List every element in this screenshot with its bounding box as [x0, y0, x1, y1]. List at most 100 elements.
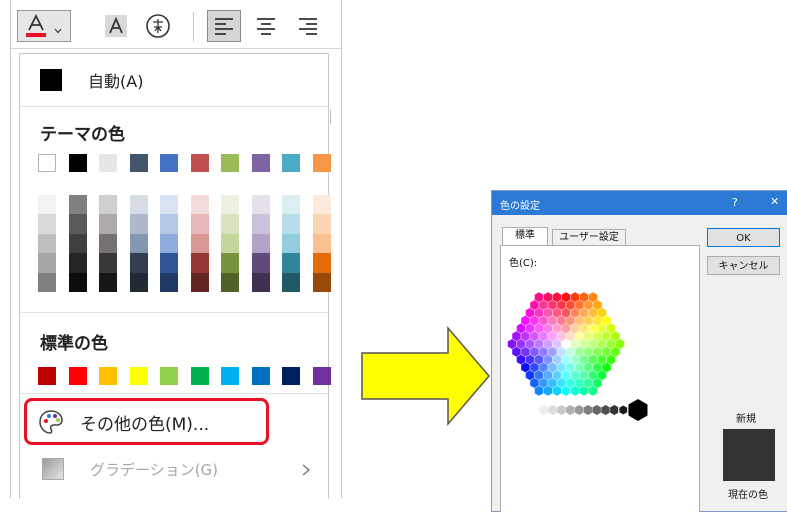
theme-shade-swatch[interactable]: [160, 272, 178, 292]
theme-shade-swatch[interactable]: [251, 195, 270, 215]
theme-shade-swatch[interactable]: [99, 253, 117, 273]
theme-shade-swatch[interactable]: [68, 233, 87, 254]
align-center-button[interactable]: [251, 10, 281, 42]
theme-shade-swatch[interactable]: [38, 233, 56, 254]
theme-shade-swatch[interactable]: [282, 253, 300, 273]
theme-shade-swatch[interactable]: [160, 214, 178, 234]
theme-shade-swatch[interactable]: [312, 272, 331, 292]
theme-color-swatch[interactable]: [99, 154, 117, 172]
theme-shade-swatch[interactable]: [190, 195, 209, 215]
theme-shade-swatch[interactable]: [221, 195, 239, 215]
grey-color-cell[interactable]: [609, 404, 620, 416]
tab-custom[interactable]: ユーザー設定: [552, 229, 626, 246]
theme-shade-swatch[interactable]: [129, 195, 148, 215]
theme-shade-swatch[interactable]: [251, 233, 270, 254]
grey-color-cell[interactable]: [583, 404, 593, 416]
theme-shade-swatch[interactable]: [129, 233, 148, 254]
tab-standard[interactable]: 標準: [502, 227, 548, 246]
theme-shade-swatch[interactable]: [99, 233, 117, 254]
grey-color-cell[interactable]: [565, 404, 576, 416]
theme-shade-swatch[interactable]: [190, 214, 209, 234]
theme-shade-swatch[interactable]: [221, 233, 239, 254]
new-color-label: 新規: [736, 414, 756, 425]
theme-shade-swatch[interactable]: [251, 253, 270, 273]
standard-color-swatch[interactable]: [282, 367, 300, 385]
standard-color-swatch[interactable]: [190, 367, 209, 385]
theme-shade-swatch[interactable]: [99, 272, 117, 292]
theme-color-swatch[interactable]: [38, 154, 56, 172]
theme-color-swatch[interactable]: [68, 154, 87, 172]
standard-color-swatch[interactable]: [312, 367, 331, 385]
cancel-button[interactable]: キャンセル: [707, 256, 780, 275]
theme-shade-swatch[interactable]: [129, 272, 148, 292]
theme-shade-swatch[interactable]: [99, 214, 117, 234]
theme-color-swatch[interactable]: [282, 154, 300, 172]
theme-shade-swatch[interactable]: [282, 272, 300, 292]
grey-color-cell[interactable]: [574, 404, 584, 416]
standard-color-swatch[interactable]: [68, 367, 87, 385]
theme-shade-swatch[interactable]: [99, 195, 117, 215]
theme-shade-swatch[interactable]: [38, 214, 56, 234]
theme-shade-swatch[interactable]: [68, 214, 87, 234]
theme-shade-swatch[interactable]: [312, 233, 331, 254]
theme-shade-swatch[interactable]: [221, 253, 239, 273]
character-shading-button[interactable]: [103, 10, 129, 42]
theme-shade-swatch[interactable]: [129, 214, 148, 234]
theme-shade-swatch[interactable]: [68, 272, 87, 292]
theme-shade-swatch[interactable]: [160, 233, 178, 254]
theme-shade-swatch[interactable]: [251, 214, 270, 234]
theme-shade-swatch[interactable]: [38, 195, 56, 215]
more-colors-item[interactable]: その他の色(M)...: [38, 409, 209, 435]
current-color-label: 現在の色: [728, 490, 768, 501]
theme-shade-swatch[interactable]: [38, 253, 56, 273]
standard-color-swatch[interactable]: [221, 367, 239, 385]
standard-color-swatch[interactable]: [251, 367, 270, 385]
standard-color-swatch[interactable]: [38, 367, 56, 385]
font-color-button[interactable]: [17, 10, 71, 42]
theme-shade-swatch[interactable]: [312, 253, 331, 273]
theme-shade-swatch[interactable]: [38, 272, 56, 292]
theme-color-swatch[interactable]: [190, 154, 209, 172]
theme-shade-swatch[interactable]: [190, 233, 209, 254]
theme-shade-swatch[interactable]: [312, 214, 331, 234]
theme-color-swatch[interactable]: [129, 154, 148, 172]
grey-color-cell[interactable]: [556, 404, 567, 416]
chevron-down-icon[interactable]: [53, 21, 63, 34]
grey-color-cell[interactable]: [530, 404, 540, 416]
theme-shade-swatch[interactable]: [312, 195, 331, 215]
align-right-button[interactable]: [293, 10, 323, 42]
theme-color-swatch[interactable]: [251, 154, 270, 172]
black-color-cell[interactable]: [628, 399, 648, 421]
help-button[interactable]: ?: [732, 196, 738, 209]
theme-color-swatch[interactable]: [160, 154, 178, 172]
grey-color-cell[interactable]: [600, 404, 611, 416]
enclosed-character-button[interactable]: [143, 10, 173, 42]
automatic-color-item[interactable]: 自動(A): [40, 67, 143, 93]
theme-color-swatch[interactable]: [312, 154, 331, 172]
theme-shade-swatch[interactable]: [190, 272, 209, 292]
grey-color-cell[interactable]: [539, 404, 549, 416]
theme-shade-swatch[interactable]: [282, 233, 300, 254]
theme-shade-swatch[interactable]: [282, 195, 300, 215]
theme-shade-swatch[interactable]: [190, 253, 209, 273]
grey-color-cell[interactable]: [547, 404, 558, 416]
standard-color-swatch[interactable]: [99, 367, 117, 385]
theme-shade-swatch[interactable]: [160, 253, 178, 273]
color-hexagon-picker[interactable]: [501, 266, 699, 446]
standard-color-swatch[interactable]: [160, 367, 178, 385]
theme-shade-swatch[interactable]: [221, 272, 239, 292]
close-button[interactable]: ✕: [770, 195, 779, 208]
theme-shade-swatch[interactable]: [251, 272, 270, 292]
ok-button[interactable]: OK: [707, 228, 780, 247]
standard-color-swatch[interactable]: [129, 367, 148, 385]
theme-shade-swatch[interactable]: [68, 253, 87, 273]
align-left-button[interactable]: [207, 10, 241, 42]
grey-color-cell[interactable]: [592, 404, 602, 416]
theme-shade-swatch[interactable]: [282, 214, 300, 234]
theme-shade-swatch[interactable]: [160, 195, 178, 215]
gradient-item[interactable]: グラデーション(G): [42, 456, 312, 482]
theme-shade-swatch[interactable]: [68, 195, 87, 215]
theme-shade-swatch[interactable]: [129, 253, 148, 273]
theme-shade-swatch[interactable]: [221, 214, 239, 234]
theme-color-swatch[interactable]: [221, 154, 239, 172]
